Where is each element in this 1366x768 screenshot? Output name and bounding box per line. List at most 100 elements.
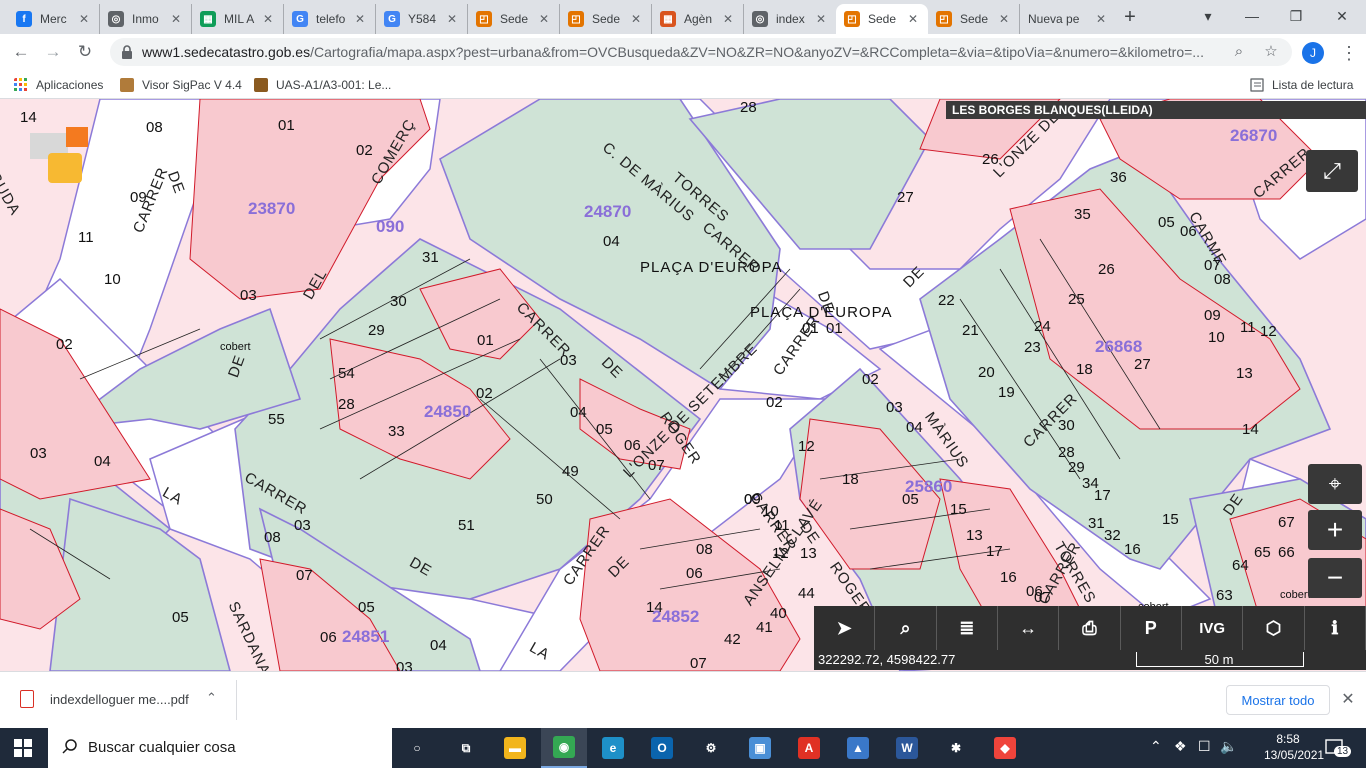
tab-1[interactable]: f Merc ✕ (8, 4, 100, 34)
parcel-tool-button[interactable]: P (1121, 606, 1182, 650)
tab-11[interactable]: ◰ Sede ✕ (928, 4, 1020, 34)
layers-tool-button[interactable]: ≣ (937, 606, 998, 650)
download-options-chevron-icon[interactable]: ⌃ (206, 690, 217, 706)
file-explorer-button[interactable]: ▬ (492, 728, 538, 768)
acrobat-button[interactable]: A (786, 728, 832, 768)
parcel-number: 08 (1214, 271, 1231, 288)
windows-start-icon[interactable] (14, 739, 32, 757)
tab-3[interactable]: ▦ MIL A ✕ (192, 4, 284, 34)
cortana-button[interactable]: ○ (394, 728, 440, 768)
zoom-out-button[interactable]: − (1308, 558, 1362, 598)
tab-close-icon[interactable]: ✕ (171, 12, 183, 26)
minimize-button[interactable]: — (1238, 6, 1266, 26)
tab-close-icon[interactable]: ✕ (447, 12, 459, 26)
back-button[interactable]: ← (10, 42, 32, 62)
zoom-in-button[interactable]: + (1308, 510, 1362, 550)
catastro-icon: ◰ (476, 11, 492, 27)
parcel-number: 18 (842, 471, 859, 488)
tab-label: Merc (40, 12, 67, 26)
tab-close-icon[interactable]: ✕ (1096, 12, 1108, 26)
tab-close-icon[interactable]: ✕ (723, 12, 735, 26)
tab-close-icon[interactable]: ✕ (908, 12, 920, 26)
bookmark-star-icon[interactable]: ☆ (1262, 43, 1280, 61)
dropbox-icon[interactable]: ❖ (1174, 738, 1187, 755)
parcel-number: 14 (20, 109, 37, 126)
network-icon[interactable]: ☐ (1198, 738, 1211, 755)
fullscreen-button[interactable]: ⤢ (1306, 150, 1358, 192)
parcel-number: 26 (1098, 261, 1115, 278)
close-shelf-button[interactable]: ✕ (1340, 689, 1356, 709)
select-tool-button[interactable]: ➤ (814, 606, 876, 650)
info-tool-button[interactable]: ℹ (1305, 606, 1366, 650)
tab-10[interactable]: ◰ Sede ✕ (836, 4, 928, 34)
browser-menu-icon[interactable]: ⋮ (1340, 42, 1358, 64)
parcel-number: 03 (886, 399, 903, 416)
maximize-button[interactable]: ❐ (1282, 6, 1310, 26)
ivg-tool-button[interactable]: IVG (1182, 606, 1244, 650)
tab-close-icon[interactable]: ✕ (631, 12, 643, 26)
tab-close-icon[interactable]: ✕ (355, 12, 367, 26)
parcel-number: 24 (1034, 318, 1051, 335)
tab-close-icon[interactable]: ✕ (79, 12, 91, 26)
parcel-number: 26 (982, 151, 999, 168)
chrome-button[interactable]: ◉ (541, 728, 587, 768)
word-button[interactable]: W (884, 728, 930, 768)
reload-button[interactable]: ↻ (74, 42, 96, 62)
tab-2[interactable]: ◎ Inmo ✕ (100, 4, 192, 34)
tab-4[interactable]: Gtelefo ✕ (284, 4, 376, 34)
tab-close-icon[interactable]: ✕ (999, 12, 1011, 26)
parcel-number: 08 (146, 119, 163, 136)
print-tool-button[interactable]: ⎙ (1059, 606, 1121, 650)
show-all-downloads-button[interactable]: Mostrar todo (1226, 685, 1330, 715)
center-map-button[interactable]: ⌖ (1308, 464, 1362, 504)
parcel-number: 33 (388, 423, 405, 440)
tab-close-icon[interactable]: ✕ (263, 12, 275, 26)
facebook-icon: f (16, 11, 32, 27)
search-tool-button[interactable]: ⌕ (875, 606, 937, 650)
address-bar[interactable]: www1.sedecatastro.gob.es/Cartografia/map… (110, 38, 1292, 66)
bookmark-uas[interactable]: UAS-A1/A3-001: Le... (254, 76, 391, 94)
tab-5[interactable]: G Y584 ✕ (376, 4, 468, 34)
photos-button[interactable]: ▲ (835, 728, 881, 768)
anydesk-button[interactable]: ◆ (982, 728, 1028, 768)
tab-7[interactable]: ◰ Sede ✕ (560, 4, 652, 34)
word-icon: W (896, 737, 918, 759)
system-clock[interactable]: 8:58 13/05/2021 (1264, 731, 1324, 763)
remote-desktop-button[interactable]: ▣ (737, 728, 783, 768)
tab-close-icon[interactable]: ✕ (539, 12, 551, 26)
taskbar-search-box[interactable]: Buscar cualquier cosa (48, 728, 392, 768)
tab-8[interactable]: ▦ Agèn ✕ (652, 4, 744, 34)
zoom-icon[interactable]: ⌕ (1230, 43, 1248, 61)
measure-tool-button[interactable]: ↔ (998, 606, 1060, 650)
close-window-button[interactable]: ✕ (1328, 6, 1356, 26)
edge-button[interactable]: e (590, 728, 636, 768)
notifications-button[interactable]: 13 (1324, 737, 1352, 759)
volume-icon[interactable]: 🔈 (1220, 738, 1237, 755)
outlook-button[interactable]: O (639, 728, 685, 768)
parcel-number: 15 (950, 501, 967, 518)
forward-button[interactable]: → (42, 42, 64, 62)
bookmark-sigpac[interactable]: Visor SigPac V 4.4 (120, 76, 242, 94)
parcel-number: 05 (596, 421, 613, 438)
tab-search-button[interactable]: ▾ (1194, 6, 1222, 26)
slack-button[interactable]: ✱ (933, 728, 979, 768)
tab-9[interactable]: ◎ index ✕ (744, 4, 836, 34)
parcel-number: 04 (94, 453, 111, 470)
parcel-number: 08 (264, 529, 281, 546)
tab-strip: f Merc ✕ ◎ Inmo ✕ ▦ MIL A ✕ Gtelefo ✕ G Y584 ✕ ◰ Sede ✕ ◰… (0, 0, 1366, 34)
download-item[interactable]: indexdelloguer me....pdf ⌃ (10, 680, 237, 720)
tab-12[interactable]: Nueva pe ✕ (1020, 4, 1116, 34)
bookmark-apps[interactable]: Aplicaciones (14, 76, 103, 94)
layers3d-tool-button[interactable]: ⬡ (1243, 606, 1305, 650)
parcel-number: 06 (624, 437, 641, 454)
cadastral-map[interactable]: LA CARRER DE LA SARDANA GUDA CARRER DE DEL COMERÇ… (0, 99, 1366, 671)
parcel-number: 17 (986, 543, 1003, 560)
reading-list[interactable]: Lista de lectura (1250, 76, 1353, 94)
tab-6[interactable]: ◰ Sede ✕ (468, 4, 560, 34)
profile-avatar[interactable]: J (1302, 42, 1324, 64)
task-view-button[interactable]: ⧉ (443, 728, 489, 768)
tab-close-icon[interactable]: ✕ (816, 12, 828, 26)
new-tab-button[interactable]: + (1120, 6, 1140, 28)
settings-button[interactable]: ⚙ (688, 728, 734, 768)
tray-overflow-chevron-icon[interactable]: ⌃ (1150, 738, 1162, 755)
